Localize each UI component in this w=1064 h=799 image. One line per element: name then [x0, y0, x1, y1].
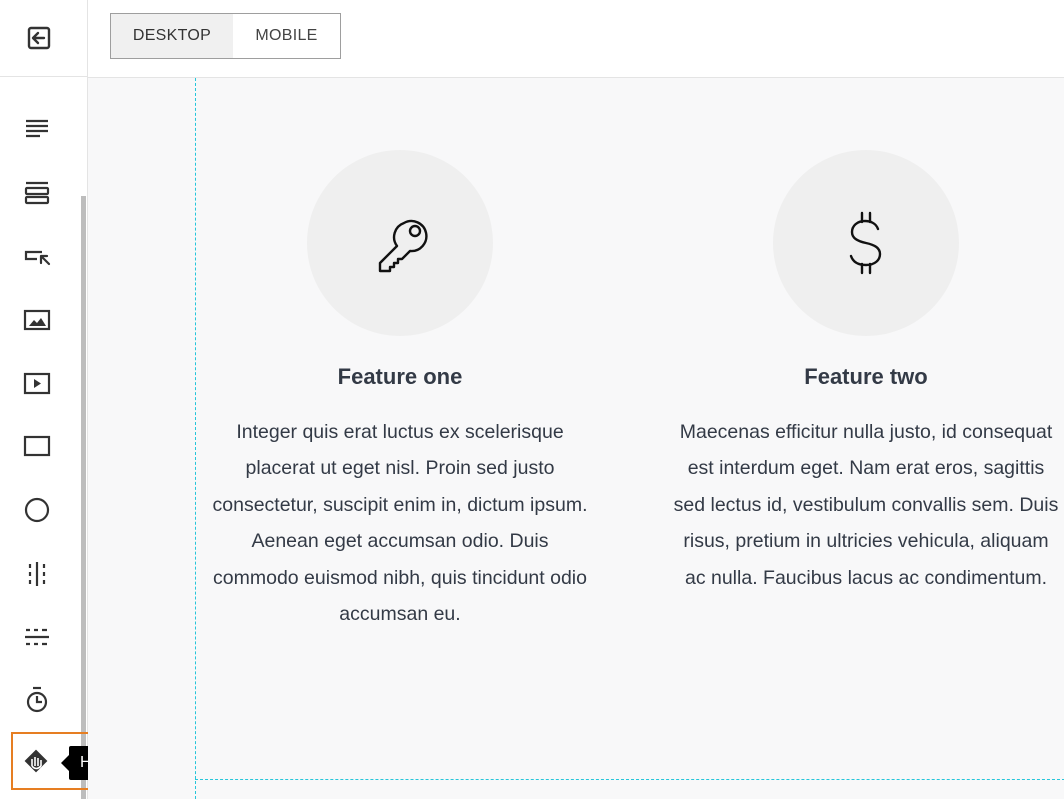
feature-description: Maecenas efficitur nulla justo, id conse… [673, 421, 1059, 589]
horizontal-guide-line [195, 779, 1064, 780]
editor-app: Html DESKTOP MOBILE Feature one Integer … [0, 0, 1064, 799]
desktop-view-button[interactable]: DESKTOP [111, 14, 233, 58]
rectangle-icon [23, 435, 51, 457]
image-icon [23, 309, 51, 331]
feature-title: Feature two [804, 364, 928, 389]
key-icon [378, 219, 428, 273]
element-sidebar: Html [0, 0, 137, 799]
tool-timer[interactable] [16, 679, 58, 721]
tool-rows[interactable] [16, 171, 58, 213]
device-view-toggle: DESKTOP MOBILE [110, 13, 341, 59]
feature-icon-circle [773, 150, 959, 336]
vertical-guide-line [195, 78, 196, 799]
dollar-icon [849, 211, 882, 275]
feature-block-two[interactable]: Feature two Maecenas efficitur nulla jus… [672, 150, 1060, 596]
sidebar-scrollbar[interactable] [81, 196, 86, 799]
divider-icon [28, 562, 46, 586]
video-icon [23, 372, 51, 395]
feature-icon-circle [307, 150, 493, 336]
rows-icon [24, 181, 50, 205]
feature-block-one[interactable]: Feature one Integer quis erat luctus ex … [212, 150, 588, 632]
feature-title: Feature one [337, 364, 463, 389]
mobile-view-button[interactable]: MOBILE [233, 14, 340, 58]
tool-button[interactable] [16, 235, 58, 277]
editor-canvas[interactable]: Feature one Integer quis erat luctus ex … [88, 78, 1064, 799]
html-hand-icon [24, 749, 48, 773]
exit-button[interactable] [0, 0, 88, 77]
timer-icon [26, 686, 48, 713]
circle-icon [24, 497, 50, 523]
topbar: DESKTOP MOBILE [88, 0, 1064, 78]
tool-divider[interactable] [16, 553, 58, 595]
tool-video[interactable] [16, 362, 58, 404]
tool-spacer[interactable] [16, 616, 58, 658]
tool-circle[interactable] [16, 489, 58, 531]
tool-rectangle[interactable] [16, 425, 58, 467]
tool-image[interactable] [16, 299, 58, 341]
spacer-icon [25, 628, 49, 646]
tool-text[interactable] [16, 107, 58, 149]
text-icon [26, 119, 48, 138]
button-cursor-icon [24, 250, 51, 266]
feature-description: Integer quis erat luctus ex scelerisque … [212, 421, 588, 626]
exit-editor-icon [27, 26, 51, 50]
